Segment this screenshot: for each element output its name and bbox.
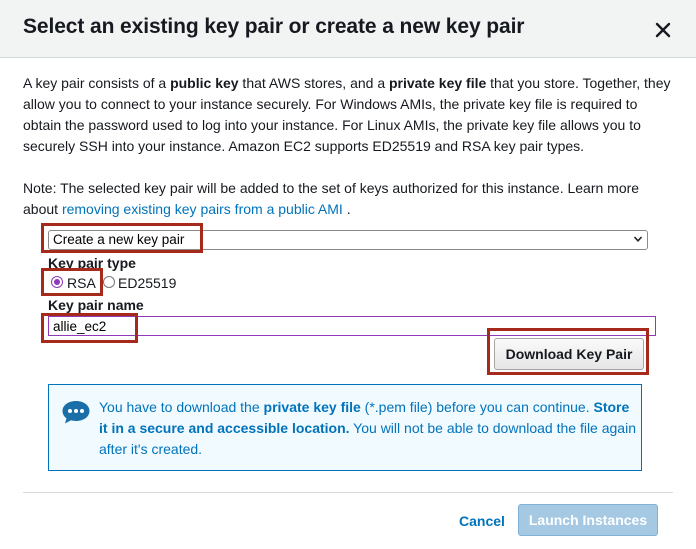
description-text: A key pair consists of a public key that… <box>23 73 673 157</box>
dialog-title: Select an existing key pair or create a … <box>23 15 525 38</box>
info-bold: private key file <box>263 399 361 415</box>
description-part: that AWS stores, and a <box>238 75 389 91</box>
key-pair-name-label: Key pair name <box>48 297 144 313</box>
footer-divider <box>23 492 673 493</box>
note-suffix: . <box>342 201 351 217</box>
launch-instances-button[interactable]: Launch Instances <box>518 504 658 536</box>
chevron-down-icon <box>633 236 643 242</box>
close-button[interactable] <box>650 17 676 43</box>
description-bold: public key <box>170 75 239 91</box>
radio-rsa[interactable] <box>51 276 63 288</box>
note-text: Note: The selected key pair will be adde… <box>23 178 673 220</box>
chat-bubble-icon <box>62 401 90 424</box>
info-text: You have to download the private key fil… <box>99 397 639 460</box>
info-part: You have to download the <box>99 399 264 415</box>
key-pair-dialog: Select an existing key pair or create a … <box>0 0 696 549</box>
key-pair-name-input[interactable] <box>48 316 656 336</box>
close-icon <box>655 22 671 38</box>
radio-ed25519[interactable] <box>103 276 115 288</box>
key-pair-type-label: Key pair type <box>48 255 136 271</box>
download-key-pair-button[interactable]: Download Key Pair <box>494 338 644 370</box>
dialog-header: Select an existing key pair or create a … <box>0 0 696 58</box>
info-part: (*.pem file) before you can continue. <box>360 399 594 415</box>
key-pair-select-value: Create a new key pair <box>53 232 185 247</box>
cancel-button[interactable]: Cancel <box>452 510 512 532</box>
key-pair-select[interactable]: Create a new key pair <box>48 230 648 250</box>
description-part: A key pair consists of a <box>23 75 171 91</box>
radio-rsa-label[interactable]: RSA <box>67 275 96 291</box>
description-bold: private key file <box>389 75 487 91</box>
radio-ed25519-label[interactable]: ED25519 <box>118 275 176 291</box>
removing-key-pairs-link[interactable]: removing existing key pairs from a publi… <box>62 201 343 217</box>
info-alert: You have to download the private key fil… <box>48 384 642 471</box>
